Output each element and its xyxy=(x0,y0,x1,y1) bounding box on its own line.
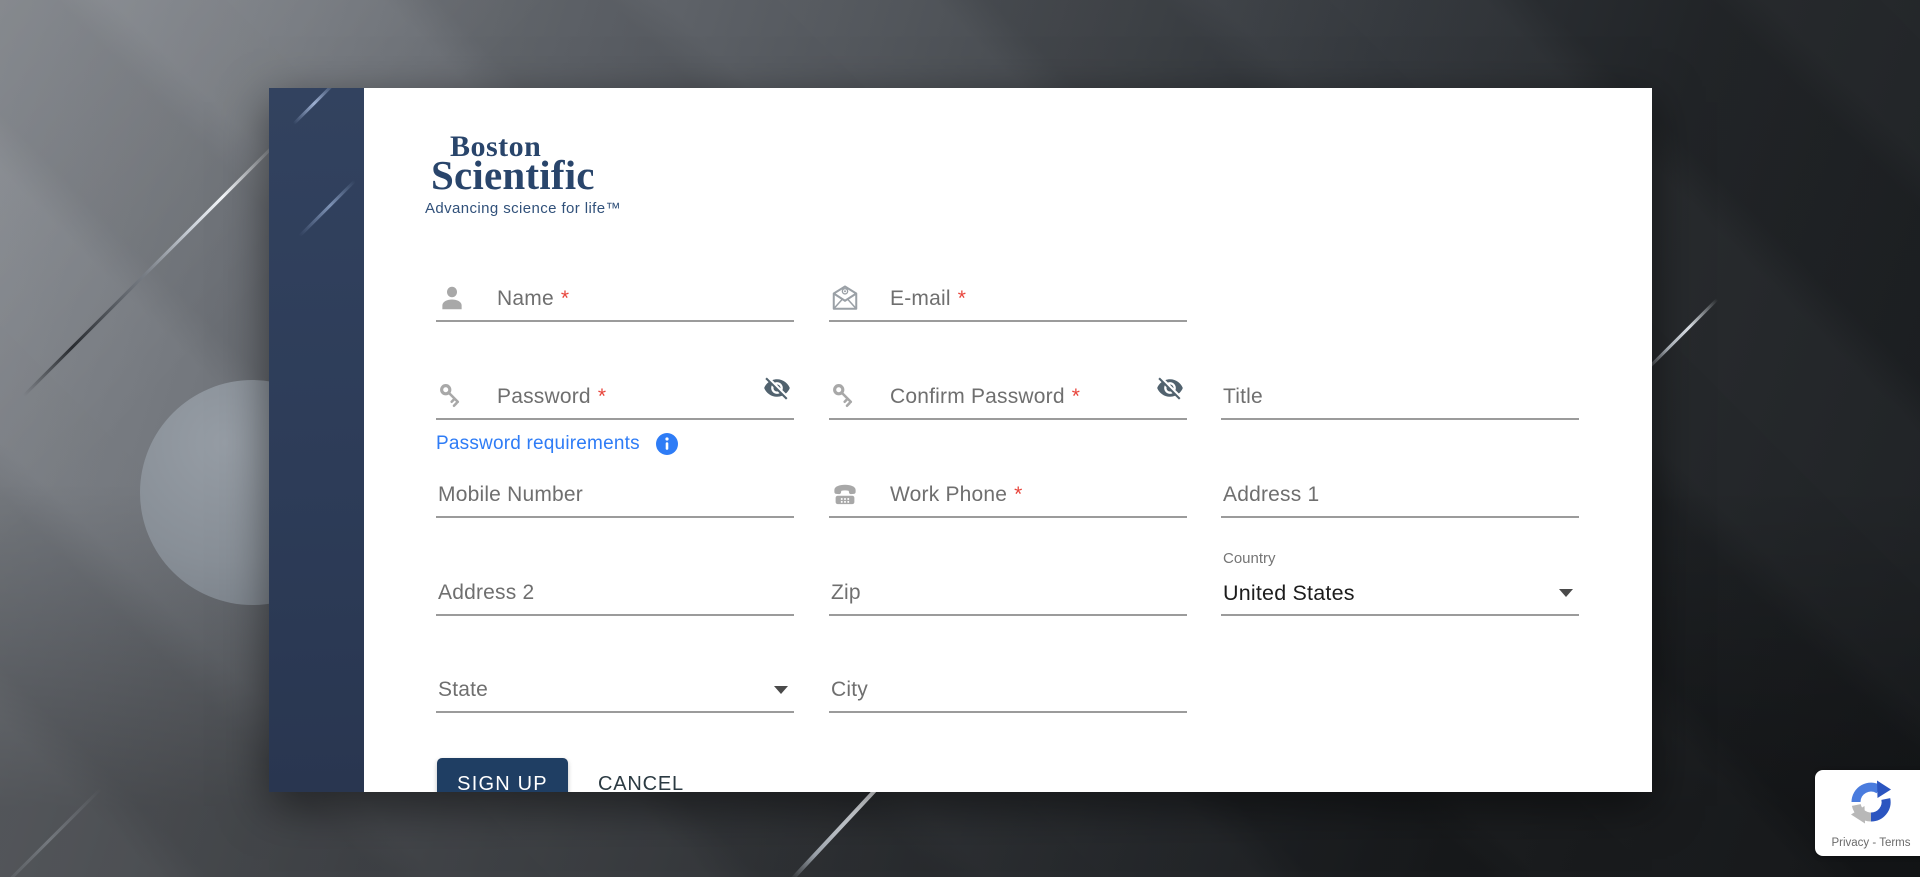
key-icon xyxy=(437,381,467,411)
title-label: Title xyxy=(1223,385,1263,408)
address1-field[interactable]: Address 1 xyxy=(1221,464,1579,518)
chevron-down-icon[interactable] xyxy=(1559,589,1573,597)
mobile-number-field[interactable]: Mobile Number xyxy=(436,464,794,518)
password-visibility-off-icon[interactable] xyxy=(763,374,791,402)
name-field[interactable]: Name * xyxy=(436,268,794,322)
sign-up-button[interactable]: SIGN UP xyxy=(437,758,568,792)
email-field[interactable]: E-mail * xyxy=(829,268,1187,322)
required-asterisk: * xyxy=(597,385,607,408)
name-label: Name * xyxy=(497,287,570,310)
zip-field[interactable]: Zip xyxy=(829,562,1187,616)
recaptcha-privacy-terms[interactable]: Privacy - Terms xyxy=(1815,837,1920,849)
address1-label: Address 1 xyxy=(1223,483,1320,506)
required-asterisk: * xyxy=(1014,483,1023,506)
title-field[interactable]: Title xyxy=(1221,366,1579,420)
phone-icon xyxy=(830,479,860,509)
key-icon xyxy=(830,381,860,411)
info-icon[interactable] xyxy=(655,432,679,456)
page: { "logo": { "line1": "Boston", "line2": … xyxy=(0,0,1920,877)
zip-label: Zip xyxy=(831,581,861,604)
decor-streak xyxy=(292,88,336,125)
state-select[interactable]: State xyxy=(436,659,794,713)
required-asterisk: * xyxy=(1071,385,1081,408)
required-asterisk: * xyxy=(957,287,967,310)
confirm-password-field[interactable]: Confirm Password * xyxy=(829,366,1187,420)
country-value: United States xyxy=(1223,581,1355,605)
password-label: Password * xyxy=(497,385,607,408)
email-label: E-mail * xyxy=(890,287,967,310)
chevron-down-icon[interactable] xyxy=(774,686,788,694)
address2-field[interactable]: Address 2 xyxy=(436,562,794,616)
password-requirements-link[interactable]: Password requirements xyxy=(436,433,640,455)
decor-streak xyxy=(298,179,356,237)
brand-strip xyxy=(269,88,364,792)
recaptcha-icon xyxy=(1846,777,1896,827)
email-envelope-icon xyxy=(830,283,860,313)
logo-text-scientific: Scientific xyxy=(431,152,595,198)
work-phone-field[interactable]: Work Phone * xyxy=(829,464,1187,518)
logo-tagline: Advancing science for life™ xyxy=(425,200,621,217)
country-label: Country xyxy=(1223,550,1276,567)
state-label: State xyxy=(438,678,489,701)
mobile-number-label: Mobile Number xyxy=(438,483,583,506)
city-field[interactable]: City xyxy=(829,659,1187,713)
person-icon xyxy=(437,283,467,313)
work-phone-label: Work Phone * xyxy=(890,483,1023,506)
password-field[interactable]: Password * xyxy=(436,366,794,420)
city-label: City xyxy=(831,678,868,701)
signup-panel: Boston Scientific Advancing science for … xyxy=(269,88,1652,792)
cancel-button[interactable]: CANCEL xyxy=(586,758,696,792)
country-select[interactable]: Country United States xyxy=(1221,550,1579,616)
recaptcha-badge[interactable]: Privacy - Terms xyxy=(1815,770,1920,856)
address2-label: Address 2 xyxy=(438,581,535,604)
required-asterisk: * xyxy=(560,287,570,310)
password-visibility-off-icon[interactable] xyxy=(1156,374,1184,402)
signup-card: Boston Scientific Advancing science for … xyxy=(364,88,1652,792)
confirm-password-label: Confirm Password * xyxy=(890,385,1081,408)
password-requirements-row: Password requirements xyxy=(436,432,679,456)
